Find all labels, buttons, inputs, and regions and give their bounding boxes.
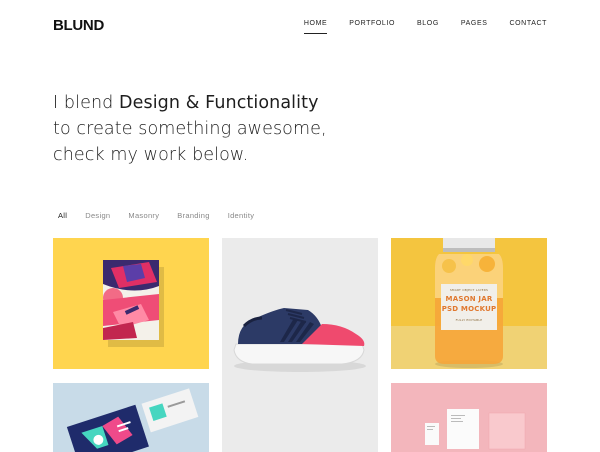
nav-item-pages[interactable]: PAGES — [461, 20, 488, 34]
portfolio-item-poster[interactable] — [53, 238, 209, 369]
portfolio-item-stationery[interactable] — [391, 383, 547, 452]
portfolio-item-sneaker[interactable] — [222, 238, 378, 452]
hero-line-2: to create something awesome, — [53, 119, 327, 139]
business-cards-image — [53, 383, 209, 452]
filter-masonry[interactable]: Masonry — [128, 211, 159, 220]
portfolio-item-mason-jar[interactable]: SMART OBJECT LAYERS MASON JAR PSD MOCKUP… — [391, 238, 547, 369]
site-logo[interactable]: BLUND — [53, 17, 104, 34]
hero-line-1-prefix: I blend — [53, 93, 120, 113]
nav-item-blog[interactable]: BLOG — [417, 20, 439, 34]
portfolio-filters: All Design Masonry Branding Identity — [58, 211, 272, 220]
filter-branding[interactable]: Branding — [177, 211, 209, 220]
sneaker-image — [222, 238, 378, 452]
nav-item-portfolio[interactable]: PORTFOLIO — [349, 20, 395, 34]
nav-item-contact[interactable]: CONTACT — [509, 20, 547, 34]
jar-label-top: SMART OBJECT LAYERS — [449, 288, 489, 292]
jar-label-line-1: MASON JAR — [445, 295, 493, 303]
hero-line-1: I blend Design & Functionality — [53, 90, 327, 116]
portfolio-item-business-cards[interactable] — [53, 383, 209, 452]
stationery-image — [391, 383, 547, 452]
mason-jar-image — [391, 238, 547, 369]
jar-label-line-2: PSD MOCKUP — [441, 305, 497, 313]
hero-heading: I blend Design & Functionality to create… — [53, 90, 327, 168]
hero-line-1-strong: Design & Functionality — [119, 93, 319, 113]
jar-label-bottom: FULLY EDITABLE — [455, 318, 483, 322]
nav-item-home[interactable]: HOME — [303, 20, 328, 34]
poster-artwork-image — [53, 238, 209, 369]
main-nav: HOME PORTFOLIO BLOG PAGES CONTACT — [282, 20, 547, 34]
filter-all[interactable]: All — [58, 211, 67, 220]
filter-design[interactable]: Design — [85, 211, 110, 220]
hero-line-3: check my work below. — [53, 145, 249, 165]
filter-identity[interactable]: Identity — [228, 211, 255, 220]
